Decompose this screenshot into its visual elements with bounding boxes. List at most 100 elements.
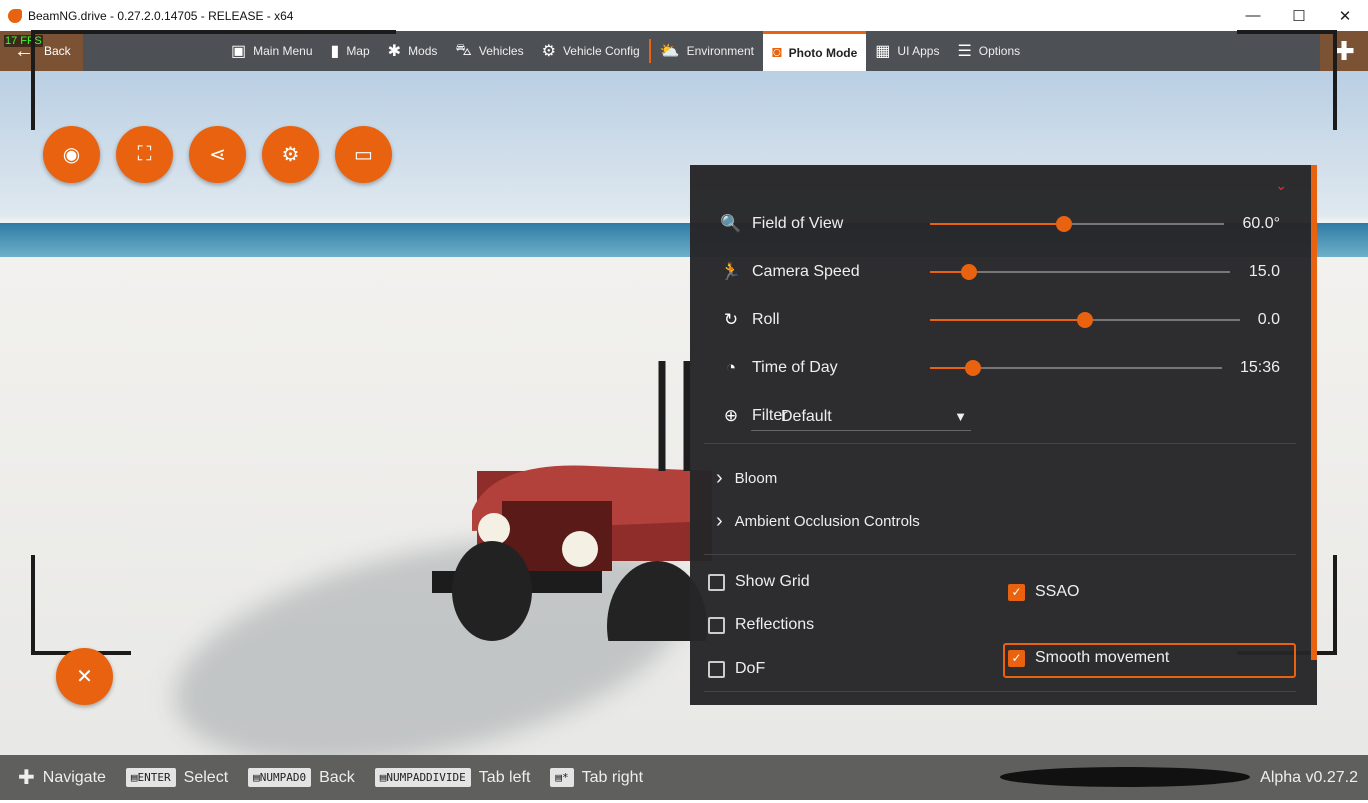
nav-vehicles[interactable]: ⛍ Vehicles <box>446 31 532 71</box>
nav-ui-apps[interactable]: ▦ UI Apps <box>866 31 948 71</box>
fov-slider[interactable] <box>930 216 1224 232</box>
close-window-button[interactable]: ✕ <box>1322 0 1368 31</box>
camera-icon: ◙ <box>771 43 782 61</box>
ambient-occlusion-section[interactable]: › Ambient Occlusion Controls <box>716 510 920 533</box>
photo-toolbar: ◉ ⛶ ⋖ ⚙ ▭ <box>43 126 392 183</box>
nav-vehicle-config[interactable]: ⚙ Vehicle Config <box>533 31 649 71</box>
hint-back: ▤NUMPAD0 Back <box>248 768 355 787</box>
show-grid-checkbox[interactable]: Show Grid <box>708 573 810 591</box>
redacted-area <box>1000 767 1250 787</box>
check-icon: ✓ <box>1011 585 1022 599</box>
nav-label: Vehicle Config <box>562 44 640 58</box>
rotate-icon: ↻ <box>723 310 739 329</box>
chevron-right-icon: › <box>716 467 723 489</box>
ssao-checkbox[interactable]: ✓ SSAO <box>1008 583 1079 601</box>
slider-thumb[interactable] <box>964 360 981 376</box>
show-grid-label: Show Grid <box>735 573 810 590</box>
checkbox-box[interactable] <box>708 660 725 678</box>
ssao-label: SSAO <box>1035 583 1080 600</box>
sliders-icon: ☰ <box>957 43 972 60</box>
checkbox-box[interactable] <box>708 616 725 634</box>
clock-icon: ◔ <box>725 358 737 377</box>
reflections-checkbox[interactable]: Reflections <box>708 616 814 634</box>
fullscreen-button[interactable]: ⛶ <box>116 126 173 183</box>
steam-button[interactable]: ⚙ <box>262 126 319 183</box>
share-icon: ⋖ <box>209 144 226 166</box>
camera-speed-row: 🏃 Camera Speed 15.0 <box>720 257 1280 287</box>
checkbox-box[interactable]: ✓ <box>1008 649 1025 667</box>
close-photo-mode-button[interactable]: ✕ <box>56 648 113 705</box>
filter-row: ⊕ Filter Default ▼ <box>720 401 1280 431</box>
hint-label: Back <box>319 768 355 786</box>
key-badge: ▤NUMPADDIVIDE <box>374 768 471 787</box>
nav-photo-mode[interactable]: ◙ Photo Mode <box>762 31 867 71</box>
window-title: BeamNG.drive - 0.27.2.0.14705 - RELEASE … <box>28 8 294 23</box>
app-logo-icon <box>8 8 22 23</box>
filter-value: Default <box>781 407 832 425</box>
car-icon: ⛍ <box>455 42 472 59</box>
hint-select: ▤ENTER Select <box>125 768 229 787</box>
collapse-chevron-icon[interactable]: ⌄ <box>1275 177 1287 194</box>
zoom-icon: 🔍 <box>720 214 742 233</box>
check-icon: ✓ <box>1011 651 1022 665</box>
share-button[interactable]: ⋖ <box>189 126 246 183</box>
slider-fill <box>930 319 1085 321</box>
section-label: Bloom <box>734 470 778 487</box>
hint-navigate: ✚ Navigate <box>18 765 106 790</box>
footer-hints: ✚ Navigate ▤ENTER Select ▤NUMPAD0 Back ▤NUM… <box>0 755 1368 800</box>
filter-icon: ⊕ <box>723 406 739 425</box>
version-label: Alpha v0.27.2 <box>1260 768 1358 786</box>
dpad-icon: ✚ <box>18 767 35 789</box>
smooth-movement-checkbox[interactable]: ✓ Smooth movement <box>1008 649 1169 667</box>
checkbox-box[interactable]: ✓ <box>1008 583 1025 601</box>
divider <box>704 554 1296 555</box>
dropdown-arrow-icon: ▼ <box>954 409 967 424</box>
roll-value: 0.0 <box>1257 311 1280 328</box>
hint-label: Navigate <box>42 768 106 786</box>
title-bar: BeamNG.drive - 0.27.2.0.14705 - RELEASE … <box>0 0 1368 31</box>
minimize-button[interactable]: — <box>1230 0 1276 31</box>
divider <box>704 443 1296 444</box>
nav-options[interactable]: ☰ Options <box>948 31 1029 71</box>
dof-checkbox[interactable]: DoF <box>708 660 765 678</box>
time-of-day-slider[interactable] <box>930 360 1222 376</box>
chevron-right-icon: › <box>716 510 723 532</box>
weather-icon: ⛅ <box>659 43 680 60</box>
close-icon: ✕ <box>76 666 93 688</box>
camera-speed-label: Camera Speed <box>752 263 860 280</box>
hint-tab-left: ▤NUMPADDIVIDE Tab left <box>374 768 531 787</box>
slider-thumb[interactable] <box>1077 312 1093 328</box>
slider-fill <box>930 223 1065 225</box>
fov-label: Field of View <box>752 215 844 232</box>
fov-row: 🔍 Field of View 60.0° <box>720 209 1280 239</box>
roll-slider[interactable] <box>930 312 1240 328</box>
section-label: Ambient Occlusion Controls <box>734 513 920 530</box>
maximize-button[interactable]: ☐ <box>1276 0 1322 31</box>
slider-thumb[interactable] <box>1056 216 1073 232</box>
slider-thumb[interactable] <box>961 264 977 280</box>
camera-speed-slider[interactable] <box>930 264 1230 280</box>
key-badge: ▤ENTER <box>125 768 176 787</box>
checkbox-box[interactable] <box>708 573 725 591</box>
reflections-label: Reflections <box>735 616 815 633</box>
steam-icon: ⚙ <box>281 144 300 166</box>
take-screenshot-button[interactable]: ◉ <box>43 126 100 183</box>
nav-environment[interactable]: ⛅ Environment <box>651 31 763 71</box>
hint-label: Select <box>183 768 229 786</box>
filter-select[interactable]: Default ▼ <box>751 403 971 431</box>
jeep-vehicle <box>432 361 712 641</box>
panel-scrollbar[interactable] <box>1311 165 1317 660</box>
hint-label: Tab left <box>478 768 531 786</box>
roll-label: Roll <box>752 311 780 328</box>
bloom-section[interactable]: › Bloom <box>716 467 777 490</box>
nav-label: Environment <box>686 44 754 58</box>
frame-corner <box>31 30 396 130</box>
hint-tab-right: ▤* Tab right <box>550 768 643 787</box>
open-folder-button[interactable]: ▭ <box>335 126 392 183</box>
camera-speed-value: 15.0 <box>1248 263 1280 280</box>
nav-label: Photo Mode <box>788 45 858 60</box>
camera-icon: ◉ <box>62 144 81 166</box>
time-of-day-label: Time of Day <box>752 359 838 376</box>
run-icon: 🏃 <box>720 262 742 281</box>
photo-settings-panel: ⌄ 🔍 Field of View 60.0° 🏃 Camera Speed 1… <box>690 165 1317 705</box>
